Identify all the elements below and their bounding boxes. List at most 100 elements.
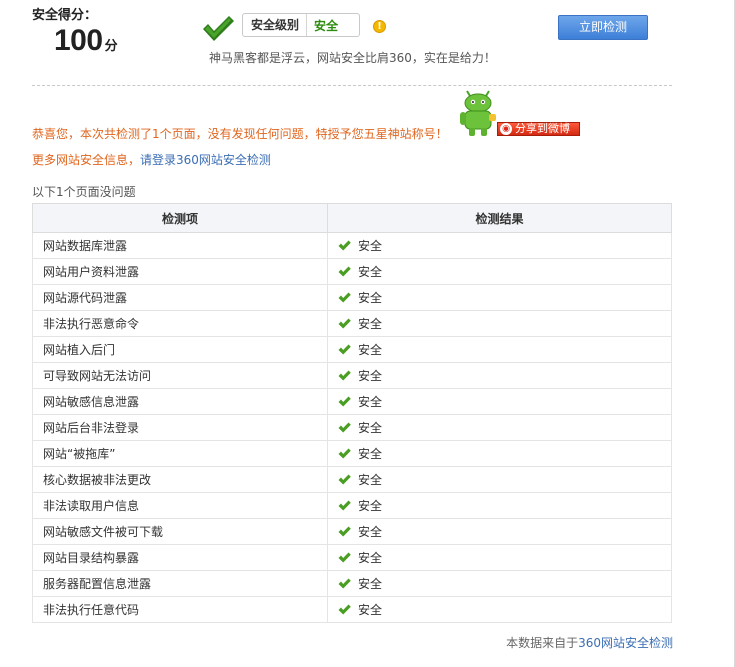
table-row: 网站用户资料泄露 安全 — [32, 258, 672, 285]
divider — [32, 85, 672, 86]
ok-check-icon — [338, 604, 351, 615]
check-result-cell: 安全 — [327, 336, 672, 363]
check-result-cell: 安全 — [327, 570, 672, 597]
check-result-text: 安全 — [358, 577, 383, 591]
security-level-value: 安全 — [314, 18, 339, 33]
check-result-cell: 安全 — [327, 466, 672, 493]
check-result-cell: 安全 — [327, 518, 672, 545]
share-to-weibo-button[interactable]: ◉ 分享到微博 — [497, 122, 580, 136]
check-item-cell: 可导致网站无法访问 — [32, 362, 328, 389]
table-row: 可导致网站无法访问 安全 — [32, 362, 672, 389]
check-item-cell: 网站敏感文件被可下载 — [32, 518, 328, 545]
check-item-cell: 网站敏感信息泄露 — [32, 388, 328, 415]
table-row: 核心数据被非法更改 安全 — [32, 466, 672, 493]
check-item-cell: 网站植入后门 — [32, 336, 328, 363]
check-result-text: 安全 — [358, 499, 383, 513]
ok-check-icon — [338, 240, 351, 251]
check-result-cell: 安全 — [327, 284, 672, 311]
ok-check-icon — [338, 526, 351, 537]
table-row: 网站敏感文件被可下载 安全 — [32, 518, 672, 545]
check-result-cell: 安全 — [327, 440, 672, 467]
check-item-cell: 核心数据被非法更改 — [32, 466, 328, 493]
check-item-cell: 网站目录结构暴露 — [32, 544, 328, 571]
check-item-cell: 网站“被拖库” — [32, 440, 328, 467]
table-row: 网站植入后门 安全 — [32, 336, 672, 363]
check-result-cell: 安全 — [327, 258, 672, 285]
check-icon — [203, 16, 234, 41]
score-label: 安全得分： — [32, 8, 98, 23]
result-table: 检测项 检测结果 网站数据库泄露 安全 网站用户资料泄露 安全 网站源代码泄露 安全 非法执… — [32, 203, 672, 623]
ok-check-icon — [338, 578, 351, 589]
check-result-text: 安全 — [358, 551, 383, 565]
check-result-text: 安全 — [358, 473, 383, 487]
check-result-cell: 安全 — [327, 362, 672, 389]
table-row: 非法读取用户信息 安全 — [32, 492, 672, 519]
table-row: 网站源代码泄露 安全 — [32, 284, 672, 311]
ok-check-icon — [338, 292, 351, 303]
header-check-result: 检测结果 — [327, 203, 672, 233]
check-item-cell: 非法执行任意代码 — [32, 596, 328, 623]
check-result-cell: 安全 — [327, 388, 672, 415]
ok-check-icon — [338, 266, 351, 277]
detect-now-button[interactable]: 立即检测 — [558, 15, 648, 40]
check-item-cell: 网站数据库泄露 — [32, 232, 328, 259]
table-row: 网站“被拖库” 安全 — [32, 440, 672, 467]
section-title: 以下1个页面没问题 — [32, 185, 136, 199]
ok-check-icon — [338, 552, 351, 563]
check-result-text: 安全 — [358, 395, 383, 409]
table-header-row: 检测项 检测结果 — [32, 203, 672, 233]
table-row: 服务器配置信息泄露 安全 — [32, 570, 672, 597]
congrats-message: 恭喜您，本次共检测了1个页面，没有发现任何问题，特授予您五星神站称号！ — [32, 127, 448, 141]
check-result-text: 安全 — [358, 525, 383, 539]
footer-prefix: 本数据来自于 — [506, 636, 579, 650]
check-result-text: 安全 — [358, 421, 383, 435]
ok-check-icon — [338, 500, 351, 511]
check-item-cell: 网站源代码泄露 — [32, 284, 328, 311]
security-level-box: 安全级别 安全 — [242, 13, 360, 37]
table-row: 网站数据库泄露 安全 — [32, 232, 672, 259]
share-to-weibo-label: 分享到微博 — [515, 122, 570, 135]
check-result-cell: 安全 — [327, 310, 672, 337]
weibo-icon: ◉ — [500, 123, 512, 135]
ok-check-icon — [338, 474, 351, 485]
ok-check-icon — [338, 370, 351, 381]
check-result-text: 安全 — [358, 291, 383, 305]
table-row: 非法执行恶意命令 安全 — [32, 310, 672, 337]
footer: 本数据来自于360网站安全检测 — [506, 634, 673, 651]
more-info-prefix: 更多网站安全信息， — [32, 153, 141, 167]
check-result-text: 安全 — [358, 447, 383, 461]
ok-check-icon — [338, 396, 351, 407]
check-result-text: 安全 — [358, 603, 383, 617]
check-result-text: 安全 — [358, 317, 383, 331]
mascot-icon — [460, 90, 496, 136]
warning-icon[interactable]: ! — [373, 20, 386, 33]
check-result-cell: 安全 — [327, 544, 672, 571]
slogan-text: 神马黑客都是浮云，网站安全比肩360，实在是给力！ — [209, 51, 496, 65]
table-row: 网站敏感信息泄露 安全 — [32, 388, 672, 415]
check-item-cell: 非法读取用户信息 — [32, 492, 328, 519]
security-level-label: 安全级别 — [243, 14, 308, 36]
check-item-cell: 网站用户资料泄露 — [32, 258, 328, 285]
check-result-text: 安全 — [358, 239, 383, 253]
table-row: 非法执行任意代码 安全 — [32, 596, 672, 623]
check-result-cell: 安全 — [327, 232, 672, 259]
check-result-text: 安全 — [358, 343, 383, 357]
check-result-text: 安全 — [358, 369, 383, 383]
ok-check-icon — [338, 448, 351, 459]
score-value: 100 分 — [54, 24, 118, 58]
more-info: 更多网站安全信息，请登录360网站安全检测 — [32, 151, 271, 168]
ok-check-icon — [338, 318, 351, 329]
ok-check-icon — [338, 344, 351, 355]
check-item-cell: 网站后台非法登录 — [32, 414, 328, 441]
check-result-cell: 安全 — [327, 596, 672, 623]
table-row: 网站后台非法登录 安全 — [32, 414, 672, 441]
check-item-cell: 服务器配置信息泄露 — [32, 570, 328, 597]
check-item-cell: 非法执行恶意命令 — [32, 310, 328, 337]
score-number: 100 — [54, 24, 103, 57]
score-unit: 分 — [104, 39, 118, 54]
check-result-cell: 安全 — [327, 414, 672, 441]
footer-360-link[interactable]: 360网站安全检测 — [578, 636, 673, 650]
check-result-text: 安全 — [358, 265, 383, 279]
login-360-link[interactable]: 请登录360网站安全检测 — [140, 153, 271, 167]
check-result-cell: 安全 — [327, 492, 672, 519]
